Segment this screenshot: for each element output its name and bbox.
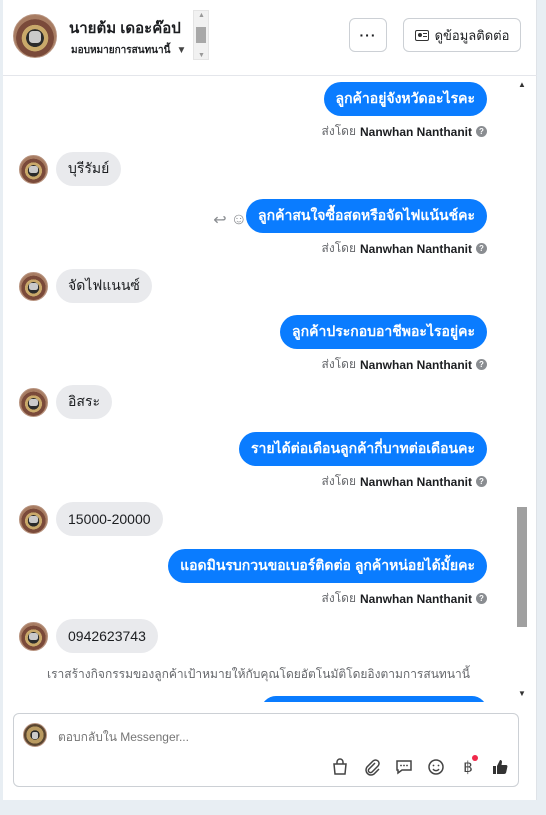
scroll-up-icon[interactable]: ▲ [518,80,526,89]
outgoing-message[interactable]: ลูกค้าสนใจซื้อสดหรือจัดไฟแน้นช์คะ [246,199,487,233]
message-thread: ลูกค้าอยู่จังหวัดอะไรคะ ส่งโดย Nanwhan N… [3,76,537,702]
message-actions: ↩ ☺ [213,210,247,230]
composer-toolbar: ฿ [330,755,510,777]
contact-avatar-small[interactable] [19,504,48,534]
incoming-bubble[interactable]: 0942623743 [56,619,158,653]
incoming-bubble[interactable]: บุรีรัมย์ [56,152,122,186]
more-options-button[interactable]: ··· [349,18,387,52]
outgoing-message[interactable]: ลูกค้าอยู่จังหวัดอะไรคะ [323,82,487,116]
contact-avatar-small[interactable] [19,271,48,301]
info-icon[interactable]: ? [476,126,487,137]
scroll-down-icon[interactable]: ▼ [198,52,205,59]
contact-name[interactable]: นายต้ม เดอะค๊อป [69,16,181,40]
contact-card-icon [414,29,429,41]
assign-conversation-dropdown[interactable]: มอบหมายการสนทนานี้ ▼ [71,43,186,58]
more-horizontal-icon: ··· [359,27,377,43]
sender-name: Nanwhan Nanthanit [359,474,472,489]
thread-scrollbar[interactable]: ▲ ▼ [513,76,531,702]
sent-by-line: ส่งโดย Nanwhan Nanthanit ? [322,472,487,491]
scroll-thumb[interactable] [517,507,527,627]
header-scrollbar[interactable]: ▲ ▼ [193,10,209,60]
incoming-message: 15000-20000 [19,502,163,536]
incoming-message: อิสระ [19,385,112,419]
assign-label: มอบหมายการสนทนานี้ [71,45,171,56]
outgoing-message[interactable]: รายได้ต่อเดือนลูกค้ากี่บาทต่อเดือนคะ [238,432,487,466]
chat-bubble-icon[interactable] [394,757,414,777]
chevron-down-icon: ▼ [176,45,187,56]
scroll-down-icon[interactable]: ▼ [518,689,526,698]
info-icon[interactable]: ? [476,359,487,370]
view-contact-button[interactable]: ดูข้อมูลติดต่อ [403,18,521,52]
incoming-bubble[interactable]: จัดไฟแนนซ์ [56,269,152,303]
scroll-thumb[interactable] [196,27,206,43]
baht-icon[interactable]: ฿ [458,755,478,777]
outgoing-message-partial[interactable] [261,696,487,702]
outgoing-message[interactable]: ลูกค้าประกอบอาชีพอะไรอยู่คะ [280,315,487,349]
page-avatar [23,723,47,747]
sent-by-line: ส่งโดย Nanwhan Nanthanit ? [322,589,487,608]
sender-name: Nanwhan Nanthanit [359,241,472,256]
conversation-header: นายต้ม เดอะค๊อป มอบหมายการสนทนานี้ ▼ ▲ ▼… [3,0,537,76]
sender-name: Nanwhan Nanthanit [359,124,472,139]
contact-avatar-small[interactable] [19,154,48,184]
sent-by-prefix: ส่งโดย [321,474,356,488]
sender-name: Nanwhan Nanthanit [359,591,472,606]
scroll-up-icon[interactable]: ▲ [198,12,205,19]
incoming-bubble[interactable]: อิสระ [56,385,112,419]
incoming-message: 0942623743 [19,619,158,653]
reply-input[interactable] [58,730,358,744]
emoji-icon[interactable]: ☺ [231,211,247,229]
view-contact-label: ดูข้อมูลติดต่อ [434,27,510,43]
info-icon[interactable]: ? [476,243,487,254]
sent-by-line: ส่งโดย Nanwhan Nanthanit ? [322,122,487,141]
info-icon[interactable]: ? [476,593,487,604]
sent-by-prefix: ส่งโดย [321,357,356,371]
paperclip-icon[interactable] [362,757,382,777]
contact-avatar-small[interactable] [19,387,48,417]
sent-by-prefix: ส่งโดย [321,591,356,605]
sender-name: Nanwhan Nanthanit [359,357,472,372]
contact-avatar-small[interactable] [19,621,48,651]
outgoing-message[interactable]: แอดมินรบกวนขอเบอร์ติดต่อ ลูกค้าหน่อยได้ม… [168,549,487,583]
reply-icon[interactable]: ↩ [213,210,226,230]
sent-by-line: ส่งโดย Nanwhan Nanthanit ? [322,355,487,374]
reply-composer: ฿ [13,713,519,787]
shopping-bag-icon[interactable] [330,757,350,777]
contact-avatar[interactable] [13,14,57,58]
sent-by-line: ส่งโดย Nanwhan Nanthanit ? [322,239,487,258]
sent-by-prefix: ส่งโดย [321,241,356,255]
thumbs-up-icon[interactable] [490,757,510,777]
incoming-bubble[interactable]: 15000-20000 [56,502,163,536]
sent-by-prefix: ส่งโดย [321,124,356,138]
emoji-icon[interactable] [426,757,446,777]
lead-activity-note: เราสร้างกิจกรรมของลูกค้าเป้าหมายให้กับคุ… [47,667,470,681]
incoming-message: จัดไฟแนนซ์ [19,269,152,303]
info-icon[interactable]: ? [476,476,487,487]
incoming-message: บุรีรัมย์ [19,152,122,186]
conversation-panel: นายต้ม เดอะค๊อป มอบหมายการสนทนานี้ ▼ ▲ ▼… [3,0,537,800]
notification-dot [472,755,478,761]
